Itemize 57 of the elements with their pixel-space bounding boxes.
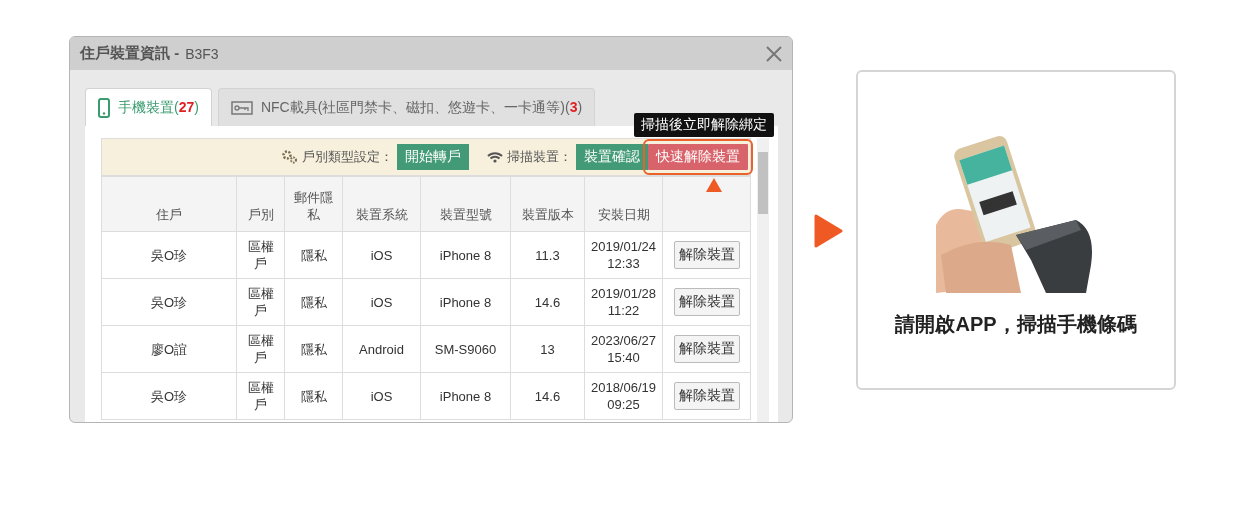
unit-label: B3F3 (185, 45, 219, 62)
toolbar-label: 戶別類型設定： (302, 148, 393, 166)
remove-device-button[interactable]: 解除裝置 (673, 382, 740, 410)
gears-icon (282, 150, 298, 164)
table-cell: 區權戶 (236, 325, 285, 373)
close-icon[interactable] (766, 45, 782, 62)
table-cell: 13 (510, 325, 585, 373)
play-arrow-icon (813, 214, 843, 248)
table-cell: iPhone 8 (420, 372, 511, 420)
column-header: 住戶 (101, 176, 237, 232)
pointer-icon (706, 178, 722, 192)
scrollbar[interactable] (757, 138, 769, 422)
column-header: 裝置版本 (510, 176, 585, 232)
table-cell: 廖O誼 (101, 325, 237, 373)
table-cell: 2018/06/19 09:25 (584, 372, 663, 420)
remove-device-button[interactable]: 解除裝置 (673, 288, 740, 316)
tooltip: 掃描後立即解除綁定 (634, 113, 774, 137)
table-cell: 2019/01/28 11:22 (584, 278, 663, 326)
table-cell: iPhone 8 (420, 231, 511, 279)
table-cell: SM-S9060 (420, 325, 511, 373)
table-cell: 11.3 (510, 231, 585, 279)
table-cell: iOS (342, 278, 421, 326)
table-cell: iOS (342, 231, 421, 279)
column-header: 裝置系統 (342, 176, 421, 232)
table-cell: 區權戶 (236, 231, 285, 279)
table-cell: 隱私 (284, 325, 343, 373)
window-title: 住戶裝置資訊 - (80, 44, 180, 63)
table-cell: 吳O珍 (101, 278, 237, 326)
column-header: 戶別 (236, 176, 285, 232)
toolbar-label: 掃描裝置： (507, 148, 572, 166)
action-button[interactable]: 開始轉戶 (397, 144, 469, 170)
table-cell: 吳O珍 (101, 231, 237, 279)
tab[interactable]: 手機裝置(27) (85, 88, 212, 126)
table-cell: 吳O珍 (101, 372, 237, 420)
column-header: 安裝日期 (584, 176, 663, 232)
table-cell: 區權戶 (236, 278, 285, 326)
table-cell: 14.6 (510, 278, 585, 326)
table-cell: 2023/06/27 15:40 (584, 325, 663, 373)
wifi-icon (487, 151, 503, 163)
table-cell: iPhone 8 (420, 278, 511, 326)
table-cell: iOS (342, 372, 421, 420)
remove-device-button[interactable]: 解除裝置 (673, 241, 740, 269)
table-cell: Android (342, 325, 421, 373)
column-header: 裝置型號 (420, 176, 511, 232)
phone-icon (98, 97, 110, 118)
table-cell: 2019/01/24 12:33 (584, 231, 663, 279)
table-cell: 隱私 (284, 231, 343, 279)
column-header: 郵件隱私 (284, 176, 343, 232)
table-cell: 隱私 (284, 278, 343, 326)
action-button[interactable]: 裝置確認 (576, 144, 648, 170)
remove-device-button[interactable]: 解除裝置 (673, 335, 740, 363)
card-caption: 請開啟APP，掃描手機條碼 (895, 312, 1137, 337)
tab[interactable]: NFC載具(社區門禁卡、磁扣、悠遊卡、一卡通等)(3) (217, 88, 596, 126)
table-cell: 隱私 (284, 372, 343, 420)
key-card-icon (230, 100, 253, 115)
table-cell: 區權戶 (236, 372, 285, 420)
table-cell: 14.6 (510, 372, 585, 420)
